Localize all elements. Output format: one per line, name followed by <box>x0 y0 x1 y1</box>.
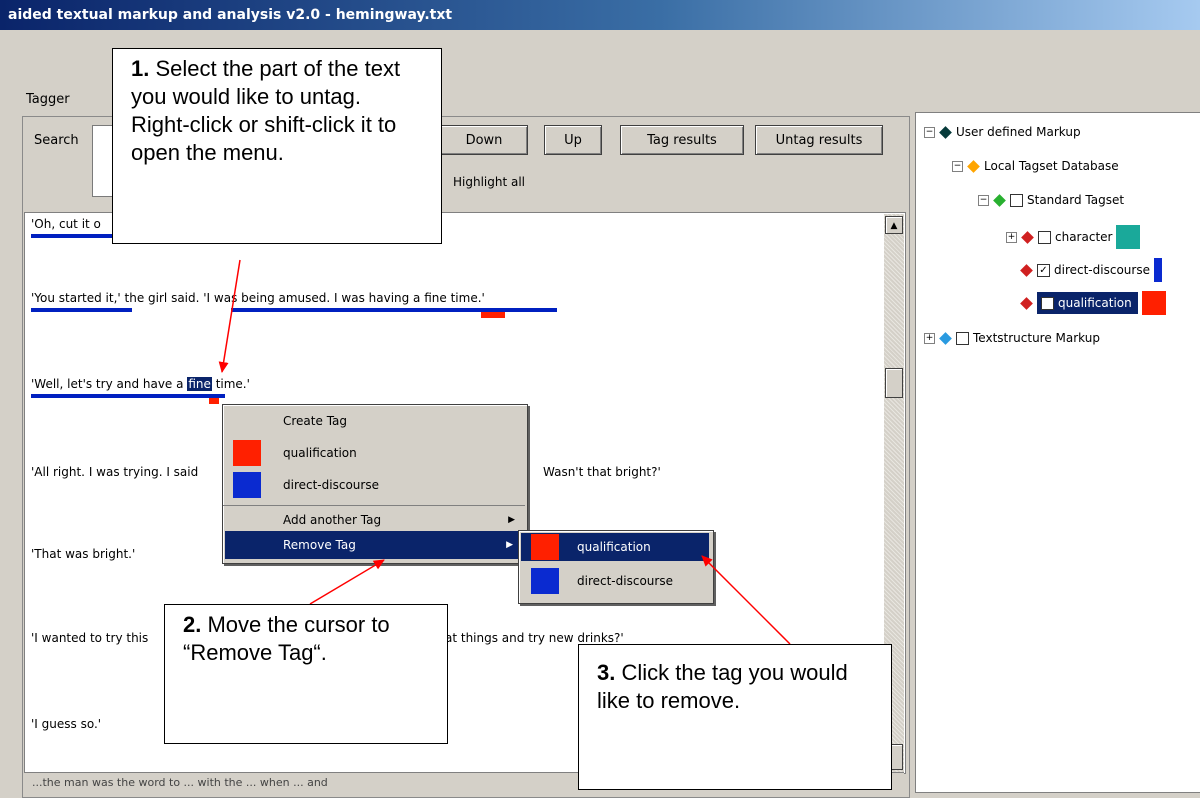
qualification-mark <box>481 312 505 318</box>
menu-item-label: Add another Tag <box>283 513 382 527</box>
menu-item-direct-discourse[interactable]: direct-discourse <box>223 471 525 499</box>
tree-node-direct-discourse[interactable]: ✓ direct-discourse <box>1020 258 1162 282</box>
text-line[interactable]: at things and try new drinks?' <box>445 631 624 645</box>
tree-node-label[interactable]: qualification <box>1058 296 1132 310</box>
scroll-thumb[interactable] <box>885 368 903 398</box>
down-button[interactable]: Down <box>440 125 528 155</box>
diamond-icon <box>939 331 952 345</box>
tree-node-label[interactable]: Textstructure Markup <box>973 331 1100 345</box>
tree-node-root[interactable]: − User defined Markup <box>924 125 1081 139</box>
tree-node-label[interactable]: User defined Markup <box>956 125 1081 139</box>
submenu-item-label: qualification <box>577 540 651 554</box>
highlight-all-checkbox[interactable]: Highlight all <box>453 175 525 189</box>
text-line[interactable]: 'I wanted to try this <box>31 631 148 645</box>
text-line[interactable]: 'All right. I was trying. I said <box>31 465 198 479</box>
callout-step-2: 2. Move the cursor to “Remove Tag“. <box>164 604 448 744</box>
tree-node-label[interactable]: direct-discourse <box>1054 263 1150 277</box>
menu-item-label: qualification <box>283 446 357 460</box>
up-button[interactable]: Up <box>544 125 602 155</box>
diamond-icon <box>967 159 980 173</box>
diamond-icon <box>993 193 1006 207</box>
direct-discourse-checkbox[interactable]: ✓ <box>1037 263 1050 277</box>
qualification-swatch <box>233 440 261 466</box>
text-line[interactable]: Wasn't that bright?' <box>543 465 661 479</box>
callout-text: Click the tag you would like to remove. <box>597 660 848 713</box>
selected-tree-item[interactable]: ✓ qualification <box>1037 292 1138 314</box>
markup-tree[interactable]: − User defined Markup − Local Tagset Dat… <box>915 112 1200 793</box>
tag-underline <box>31 394 225 398</box>
scroll-up-icon[interactable]: ▲ <box>885 216 903 234</box>
search-label: Search <box>34 133 79 148</box>
color-swatch <box>1141 291 1166 315</box>
selected-word[interactable]: fine <box>187 377 212 391</box>
untag-results-button[interactable]: Untag results <box>755 125 883 155</box>
tree-node-textstructure[interactable]: + Textstructure Markup <box>924 331 1100 345</box>
tree-node-tagset[interactable]: − Standard Tagset <box>978 193 1124 207</box>
color-swatch <box>1153 258 1162 282</box>
text-line[interactable]: 'You started it,' the girl said. 'I was … <box>31 291 485 305</box>
callout-step-1: 1. Select the part of the text you would… <box>112 48 442 244</box>
remove-tag-submenu: qualification direct-discourse <box>518 530 714 604</box>
tree-node-label[interactable]: Local Tagset Database <box>984 159 1119 173</box>
expand-icon[interactable]: + <box>1006 231 1017 243</box>
tree-node-character[interactable]: + character <box>1006 225 1141 249</box>
tagset-checkbox[interactable] <box>1010 193 1023 207</box>
tree-node-qualification[interactable]: ✓ qualification <box>1020 291 1166 315</box>
collapse-icon[interactable]: − <box>978 194 989 206</box>
textstructure-checkbox[interactable] <box>956 331 969 345</box>
qualification-swatch <box>531 534 559 560</box>
callout-number: 3. <box>597 660 616 685</box>
tab-tagger[interactable]: Tagger <box>26 92 70 107</box>
callout-text: Select the part of the text you would li… <box>131 56 401 165</box>
text-line[interactable]: 'Well, let's try and have a fine time.' <box>31 377 250 391</box>
submenu-item-qualification[interactable]: qualification <box>521 533 709 561</box>
callout-number: 2. <box>183 612 202 637</box>
window-title: aided textual markup and analysis v2.0 -… <box>8 7 453 23</box>
text-line[interactable]: 'That was bright.' <box>31 547 135 561</box>
diamond-icon <box>1020 263 1033 277</box>
callout-step-3: 3. Click the tag you would like to remov… <box>578 644 892 790</box>
submenu-item-direct-discourse[interactable]: direct-discourse <box>519 567 709 595</box>
menu-item-remove-tag[interactable]: Remove Tag ▶ <box>225 531 523 559</box>
tree-node-label[interactable]: Standard Tagset <box>1027 193 1124 207</box>
submenu-item-label: direct-discourse <box>577 574 673 588</box>
submenu-arrow-icon: ▶ <box>506 540 513 550</box>
callout-text: Move the cursor to “Remove Tag“. <box>183 612 390 665</box>
text-line[interactable]: 'Oh, cut it o <box>31 217 101 231</box>
tag-results-button[interactable]: Tag results <box>620 125 744 155</box>
text-segment[interactable]: time.' <box>216 377 250 391</box>
tree-node-database[interactable]: − Local Tagset Database <box>952 159 1119 173</box>
expand-icon[interactable]: + <box>924 332 935 344</box>
menu-item-qualification[interactable]: qualification <box>223 439 525 467</box>
context-menu: Create Tag qualification direct-discours… <box>222 404 528 564</box>
character-checkbox[interactable] <box>1038 230 1051 244</box>
color-swatch <box>1116 225 1141 249</box>
tag-underline <box>31 308 132 312</box>
window-title-bar: aided textual markup and analysis v2.0 -… <box>0 0 1200 30</box>
diamond-icon <box>939 125 952 139</box>
menu-item-add-another-tag[interactable]: Add another Tag ▶ <box>223 505 525 533</box>
text-line[interactable]: 'I guess so.' <box>31 717 101 731</box>
submenu-arrow-icon: ▶ <box>508 515 515 525</box>
callout-number: 1. <box>131 56 150 81</box>
direct-discourse-swatch <box>233 472 261 498</box>
collapse-icon[interactable]: − <box>952 160 963 172</box>
text-segment[interactable]: 'Well, let's try and have a <box>31 377 183 391</box>
menu-item-label: direct-discourse <box>283 478 379 492</box>
menu-item-create-tag[interactable]: Create Tag <box>223 407 525 435</box>
qualification-checkbox[interactable]: ✓ <box>1041 296 1054 310</box>
tag-underline <box>231 308 557 312</box>
qualification-mark <box>209 398 219 404</box>
diamond-icon <box>1021 230 1034 244</box>
direct-discourse-swatch <box>531 568 559 594</box>
tree-node-label[interactable]: character <box>1055 230 1112 244</box>
collapse-icon[interactable]: − <box>924 126 935 138</box>
diamond-icon <box>1020 296 1033 310</box>
menu-item-label: Remove Tag <box>283 538 356 552</box>
